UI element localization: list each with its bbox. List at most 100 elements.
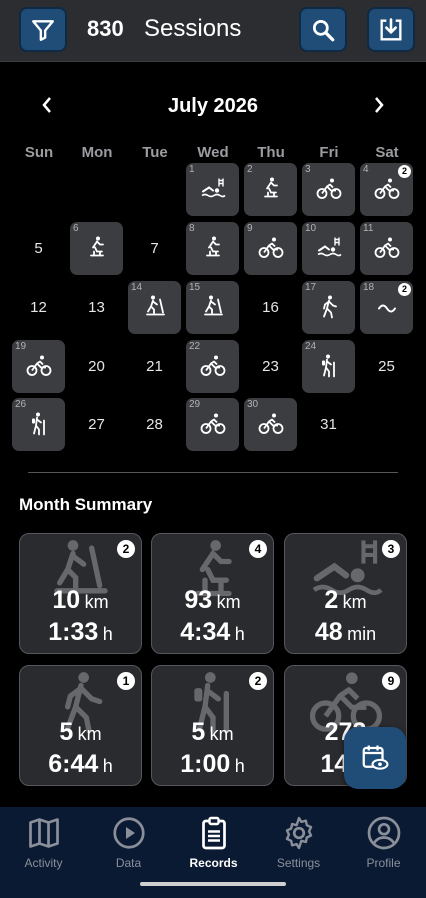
calendar-day-4[interactable]: 42 <box>360 163 413 216</box>
cycle-indoor-icon <box>85 235 109 264</box>
search-button[interactable] <box>299 7 347 52</box>
calendar-day-21[interactable]: 21 <box>128 340 181 393</box>
top-bar: 830 Sessions <box>0 0 426 62</box>
calendar-day-31[interactable]: 31 <box>302 398 355 451</box>
day-number: 8 <box>189 223 195 234</box>
summary-card-hiking[interactable]: 2 5 km 1:00 h <box>151 665 274 786</box>
card-count-badge: 2 <box>117 540 135 558</box>
card-distance: 5 km <box>20 718 141 747</box>
download-icon <box>380 17 402 40</box>
nav-label-activity: Activity <box>24 856 63 870</box>
summary-card-treadmill[interactable]: 2 10 km 1:33 h <box>19 533 142 654</box>
summary-card-walking[interactable]: 1 5 km 6:44 h <box>19 665 142 786</box>
view-records-fab[interactable] <box>344 727 406 789</box>
distance-unit: km <box>216 592 241 612</box>
day-number: 28 <box>146 416 163 433</box>
card-distance: 10 km <box>20 586 141 615</box>
day-number: 17 <box>305 282 317 293</box>
weekday-tue: Tue <box>142 144 168 161</box>
bike-icon <box>200 354 226 381</box>
day-number: 19 <box>15 341 27 352</box>
day-number: 14 <box>131 282 143 293</box>
calendar-day-23[interactable]: 23 <box>244 340 297 393</box>
duration-value: 1:00 <box>180 750 231 778</box>
nav-activity[interactable]: Activity <box>1 807 86 882</box>
calendar-day-2[interactable]: 2 <box>244 163 297 216</box>
card-count-badge: 1 <box>117 672 135 690</box>
calendar-day-25[interactable]: 25 <box>360 340 413 393</box>
duration-unit: h <box>234 624 245 644</box>
day-number: 27 <box>88 416 105 433</box>
summary-card-swimming[interactable]: 3 2 km 48 min <box>284 533 407 654</box>
calendar-day-6[interactable]: 6 <box>70 222 123 275</box>
card-duration: 4:34 h <box>152 618 273 647</box>
day-number: 25 <box>378 358 395 375</box>
calendar-day-19[interactable]: 19 <box>12 340 65 393</box>
day-number: 16 <box>262 299 279 316</box>
calendar-day-1[interactable]: 1 <box>186 163 239 216</box>
gear-icon <box>285 816 312 850</box>
day-number: 18 <box>363 282 375 293</box>
divider <box>28 472 398 473</box>
calendar-day-22[interactable]: 22 <box>186 340 239 393</box>
distance-value: 5 <box>191 718 206 746</box>
calendar-day-11[interactable]: 11 <box>360 222 413 275</box>
card-duration: 1:33 h <box>20 618 141 647</box>
nav-data[interactable]: Data <box>86 807 171 882</box>
calendar-day-10[interactable]: 10 <box>302 222 355 275</box>
calendar-day-24[interactable]: 24 <box>302 340 355 393</box>
bike-icon <box>258 236 284 263</box>
next-month-button[interactable] <box>372 94 386 121</box>
session-count-badge: 2 <box>398 165 411 178</box>
day-number: 7 <box>150 240 159 257</box>
month-label: July 2026 <box>167 95 259 117</box>
calendar-day-3[interactable]: 3 <box>302 163 355 216</box>
calendar-day-26[interactable]: 26 <box>12 398 65 451</box>
day-number: 22 <box>189 341 201 352</box>
calendar-day-15[interactable]: 15 <box>186 281 239 334</box>
bike-icon <box>258 412 284 439</box>
calendar-day-20[interactable]: 20 <box>70 340 123 393</box>
card-count-badge: 2 <box>249 672 267 690</box>
calendar-day-9[interactable]: 9 <box>244 222 297 275</box>
duration-value: 4:34 <box>180 618 231 646</box>
session-count: 830 <box>87 16 124 41</box>
nav-records[interactable]: Records <box>171 807 256 882</box>
calendar-day-7[interactable]: 7 <box>128 222 181 275</box>
nav-profile[interactable]: Profile <box>341 807 426 882</box>
calendar-day-18[interactable]: 18 2 <box>360 281 413 334</box>
duration-value: 1:33 <box>48 618 99 646</box>
filter-icon <box>32 19 54 41</box>
card-count-badge: 4 <box>249 540 267 558</box>
distance-unit: km <box>342 592 367 612</box>
filter-button[interactable] <box>19 7 67 52</box>
day-number: 30 <box>247 399 259 410</box>
calendar-day-16[interactable]: 16 <box>244 281 297 334</box>
nav-settings[interactable]: Settings <box>256 807 341 882</box>
distance-value: 10 <box>52 586 81 614</box>
duration-value: 48 <box>314 618 343 646</box>
duration-unit: min <box>347 624 377 644</box>
day-number: 31 <box>320 416 337 433</box>
download-button[interactable] <box>367 7 415 52</box>
distance-value: 5 <box>59 718 74 746</box>
summary-card-indoor-cycling[interactable]: 4 93 km 4:34 h <box>151 533 274 654</box>
calendar-day-30[interactable]: 30 <box>244 398 297 451</box>
nav-label-profile: Profile <box>366 856 401 870</box>
calendar-day-28[interactable]: 28 <box>128 398 181 451</box>
calendar-day-8[interactable]: 8 <box>186 222 239 275</box>
day-number: 21 <box>146 358 163 375</box>
card-duration: 6:44 h <box>20 750 141 779</box>
calendar-day-14[interactable]: 14 <box>128 281 181 334</box>
calendar-day-27[interactable]: 27 <box>70 398 123 451</box>
calendar-day-13[interactable]: 13 <box>70 281 123 334</box>
day-number: 20 <box>88 358 105 375</box>
hike-icon <box>319 353 339 382</box>
swim-icon <box>316 236 342 263</box>
calendar-day-12[interactable]: 12 <box>12 281 65 334</box>
calendar-day-5[interactable]: 5 <box>12 222 65 275</box>
calendar-day-17[interactable]: 17 <box>302 281 355 334</box>
distance-value: 2 <box>324 586 339 614</box>
calendar-day-29[interactable]: 29 <box>186 398 239 451</box>
weekday-mon: Mon <box>81 144 113 161</box>
